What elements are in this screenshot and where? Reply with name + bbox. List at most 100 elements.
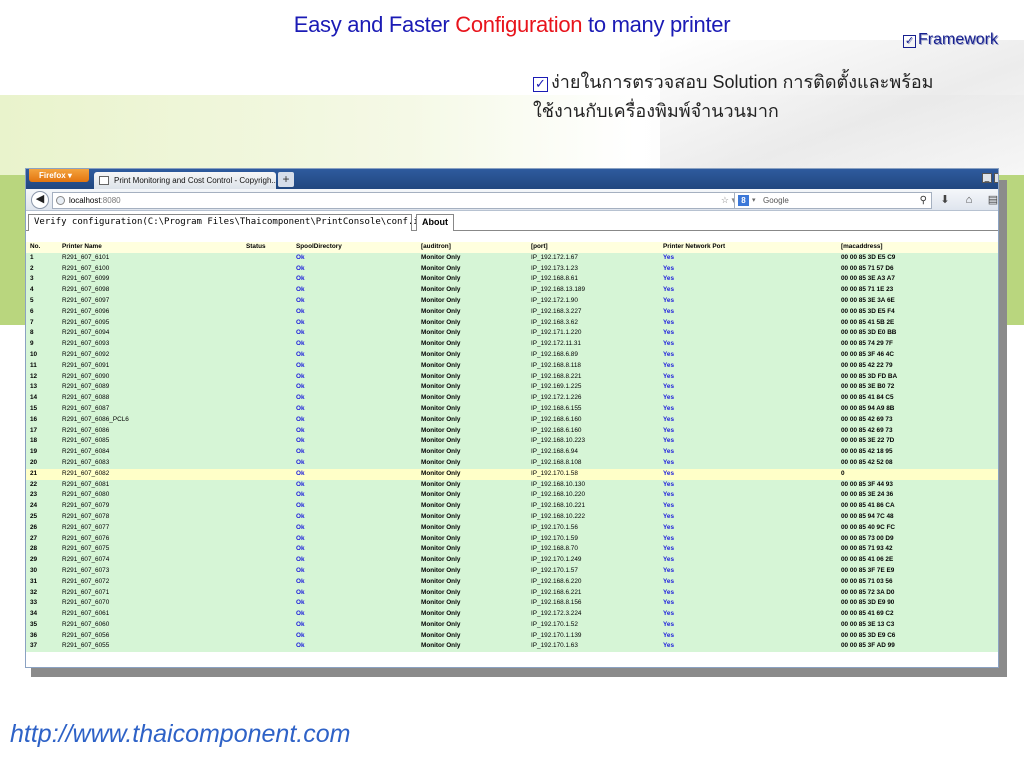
printer-name: R291_607_6085 (62, 437, 110, 445)
row-number: 37 (30, 642, 38, 650)
search-input[interactable]: 8 ▾ Google ⚲ (734, 192, 932, 209)
network-port-value: Yes (663, 588, 675, 596)
table-row[interactable]: 20R291_607_6083OfflineOkMonitor OnlyIP_1… (26, 457, 998, 469)
mac-address: 00 00 85 41 86 CA (841, 502, 895, 510)
back-arrow-icon[interactable]: ◀ (31, 191, 49, 209)
header-mac-address: [macaddress] (841, 243, 883, 250)
printer-name: R291_607_6096 (62, 307, 110, 315)
row-number: 18 (30, 437, 38, 445)
table-row[interactable]: 35R291_607_6060OnlineOkMonitor OnlyIP_19… (26, 619, 998, 631)
network-port-value: Yes (663, 437, 675, 445)
table-row[interactable]: 25R291_607_6078OnlineOkMonitor OnlyIP_19… (26, 511, 998, 523)
tab-verify-configuration[interactable]: Verify configuration(C:\Program Files\Th… (28, 214, 435, 231)
auditron-value: Monitor Only (421, 253, 461, 261)
spool-status: Ok (296, 469, 305, 477)
mac-address: 00 00 85 3E B0 72 (841, 383, 895, 391)
table-row[interactable]: 30R291_607_6073OfflineOkMonitor OnlyIP_1… (26, 565, 998, 577)
row-number: 4 (30, 286, 34, 294)
network-port-value: Yes (663, 318, 675, 326)
auditron-value: Monitor Only (421, 361, 461, 369)
url-port: :8080 (100, 196, 121, 205)
table-row[interactable]: 23R291_607_6080OfflineOkMonitor OnlyIP_1… (26, 490, 998, 502)
table-row[interactable]: 16R291_607_6086_PCL6OnlineOkMonitor Only… (26, 414, 998, 426)
home-icon[interactable]: ⌂ (960, 191, 978, 209)
table-row[interactable]: 19R291_607_6084OnlineOkMonitor OnlyIP_19… (26, 447, 998, 458)
search-engine-dropdown-icon[interactable]: ▾ (752, 193, 756, 208)
footer-url[interactable]: http://www.thaicomponent.com (10, 720, 350, 749)
table-row[interactable]: 18R291_607_6085OnlineOkMonitor OnlyIP_19… (26, 436, 998, 448)
network-port-value: Yes (663, 458, 675, 466)
table-row[interactable]: 7R291_607_6095OnlineOkMonitor OnlyIP_192… (26, 317, 998, 329)
table-row[interactable]: 37R291_607_6055Toner LowOkMonitor OnlyIP… (26, 641, 998, 653)
network-port-value: Yes (663, 545, 675, 553)
table-row[interactable]: 8R291_607_6094OnlineOkMonitor OnlyIP_192… (26, 328, 998, 340)
row-number: 23 (30, 491, 38, 499)
mac-address: 00 00 85 3D E5 C9 (841, 253, 896, 261)
minimize-button[interactable]: _ (982, 173, 992, 183)
row-number: 12 (30, 372, 38, 380)
table-row[interactable]: 4R291_607_6098OnlineOkMonitor OnlyIP_192… (26, 285, 998, 296)
browser-navbar: ◀ localhost:8080 ☆ ▾ C 8 ▾ Google ⚲ ⬇ ⌂ … (26, 189, 998, 211)
browser-tab[interactable]: Print Monitoring and Cost Control - Copy… (94, 172, 276, 189)
table-row[interactable]: 32R291_607_6071OnlineOkMonitor OnlyIP_19… (26, 587, 998, 599)
table-row[interactable]: 31R291_607_6072OfflineOkMonitor OnlyIP_1… (26, 576, 998, 588)
table-row[interactable]: 10R291_607_6092OnlineOkMonitor OnlyIP_19… (26, 349, 998, 361)
table-row[interactable]: 12R291_607_6090OnlineOkMonitor OnlyIP_19… (26, 371, 998, 383)
table-row[interactable]: 28R291_607_6075OnlineOkMonitor OnlyIP_19… (26, 544, 998, 556)
table-row[interactable]: 34R291_607_6061OnlineOkMonitor OnlyIP_19… (26, 609, 998, 620)
table-row[interactable]: 17R291_607_6086OnlineOkMonitor OnlyIP_19… (26, 425, 998, 437)
table-row[interactable]: 13R291_607_6089OnlineOkMonitor OnlyIP_19… (26, 382, 998, 394)
table-row[interactable]: 22R291_607_6081OfflineOkMonitor OnlyIP_1… (26, 479, 998, 491)
table-row[interactable]: 11R291_607_6091OnlineOkMonitor OnlyIP_19… (26, 360, 998, 372)
table-row[interactable]: 3R291_607_6099OnlineOkMonitor OnlyIP_192… (26, 274, 998, 286)
network-port-value: Yes (663, 556, 675, 564)
table-row[interactable]: 33R291_607_6070OfflineOkMonitor OnlyIP_1… (26, 598, 998, 610)
printer-name: R291_607_6079 (62, 502, 110, 510)
menu-icon[interactable]: ▤ (984, 191, 998, 209)
auditron-value: Monitor Only (421, 340, 461, 348)
table-row[interactable]: 15R291_607_6087OfflineOkMonitor OnlyIP_1… (26, 403, 998, 415)
auditron-value: Monitor Only (421, 275, 461, 283)
printer-name: R291_607_6095 (62, 318, 110, 326)
tab-about[interactable]: About (416, 214, 454, 231)
table-row[interactable]: 29R291_607_6074OfflineOkMonitor OnlyIP_1… (26, 555, 998, 566)
maximize-button[interactable] (994, 173, 998, 183)
auditron-value: Monitor Only (421, 480, 461, 488)
table-row[interactable]: 1R291_607_6101OnlineOkMonitor OnlyIP_192… (26, 252, 998, 264)
table-row[interactable]: 36R291_607_6056OnlineOkMonitor OnlyIP_19… (26, 630, 998, 642)
table-row[interactable]: 24R291_607_6079OnlineOkMonitor OnlyIP_19… (26, 501, 998, 512)
spool-status: Ok (296, 318, 305, 326)
table-row[interactable]: 2R291_607_6100No TonerOkMonitor OnlyIP_1… (26, 263, 998, 275)
table-row[interactable]: 26R291_607_6077OfflineOkMonitor OnlyIP_1… (26, 522, 998, 534)
port-value: IP_192.168.8.156 (531, 599, 582, 607)
url-bar[interactable]: localhost:8080 ☆ ▾ C (52, 192, 752, 209)
download-icon[interactable]: ⬇ (936, 191, 954, 209)
mac-address: 00 00 85 3E 24 36 (841, 491, 894, 499)
network-port-value: Yes (663, 523, 675, 531)
mac-address: 00 00 85 41 5B 2E (841, 318, 895, 326)
header-network-port: Printer Network Port (663, 243, 726, 250)
mac-address: 00 00 85 3E 22 7D (841, 437, 895, 445)
auditron-value: Monitor Only (421, 577, 461, 585)
table-row[interactable]: 27R291_607_6076OnlineOkMonitor OnlyIP_19… (26, 533, 998, 545)
row-number: 2 (30, 264, 34, 272)
network-port-value: Yes (663, 275, 675, 283)
auditron-value: Monitor Only (421, 394, 461, 402)
network-port-value: Yes (663, 307, 675, 315)
table-row[interactable]: 6R291_607_6096OfflineOkMonitor OnlyIP_19… (26, 306, 998, 318)
auditron-value: Monitor Only (421, 264, 461, 272)
new-tab-button[interactable]: + (278, 172, 294, 187)
table-row[interactable]: 9R291_607_6093Toner LowOkMonitor OnlyIP_… (26, 339, 998, 350)
mac-address: 00 00 85 3E A3 A7 (841, 275, 895, 283)
auditron-value: Monitor Only (421, 588, 461, 596)
spool-status: Ok (296, 545, 305, 553)
table-row[interactable]: 5R291_607_6097OnlineOkMonitor OnlyIP_192… (26, 295, 998, 307)
firefox-menu-button[interactable]: Firefox ▾ (29, 169, 89, 182)
mac-address: 00 00 85 3D E9 C6 (841, 631, 896, 639)
search-icon[interactable]: ⚲ (920, 193, 927, 208)
spool-status: Ok (296, 286, 305, 294)
row-number: 30 (30, 566, 38, 574)
table-row[interactable]: 14R291_607_6088OnlineOkMonitor OnlyIP_19… (26, 393, 998, 404)
spool-status: Ok (296, 383, 305, 391)
table-row[interactable]: 21R291_607_6082OfflineOkMonitor OnlyIP_1… (26, 468, 998, 480)
